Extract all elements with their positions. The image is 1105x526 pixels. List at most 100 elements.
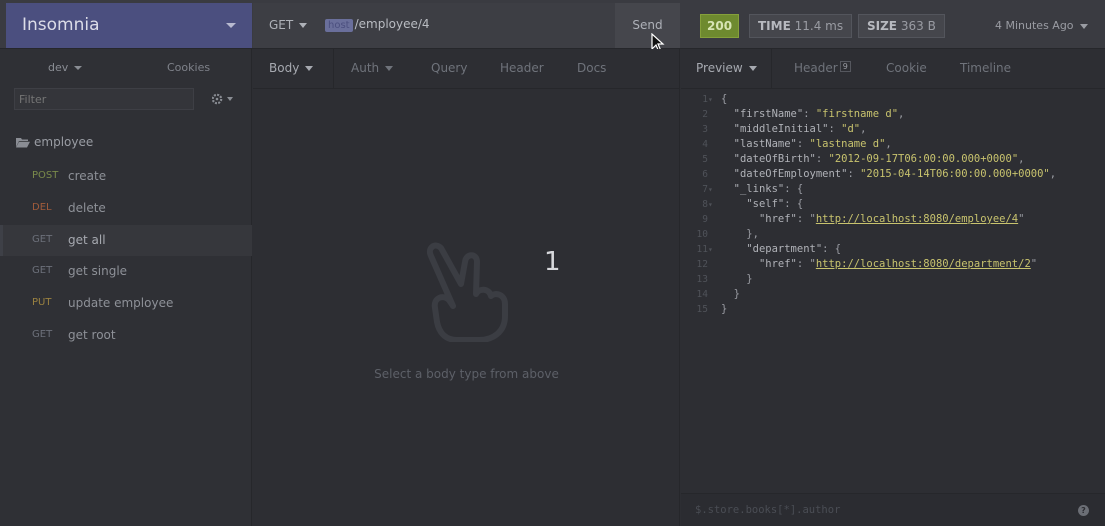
filter-input[interactable] (14, 88, 194, 110)
code-line: 14 } (681, 287, 1105, 302)
header-count-badge: 9 (839, 61, 851, 72)
tab-response-header[interactable]: Header 9 (794, 61, 851, 75)
sidebar-item-update-employee[interactable]: PUT update employee (0, 288, 252, 319)
time-badge: TIME 11.4 ms (749, 14, 853, 38)
tab-cookie[interactable]: Cookie (886, 61, 927, 75)
code-text: } (721, 302, 727, 317)
workspace-menu[interactable]: Insomnia (6, 3, 252, 48)
fold-toggle-icon[interactable]: ▾ (708, 92, 713, 107)
chevron-down-icon (385, 66, 394, 71)
code-token: "href" (758, 213, 797, 225)
line-number: 10 (696, 229, 708, 240)
line-number: 7 (702, 184, 708, 195)
top-bar: Insomnia GET host/employee/4 Send 200 TI… (0, 0, 1105, 49)
tab-body[interactable]: Body (269, 61, 314, 75)
sidebar-item-get-single[interactable]: GET get single (0, 256, 252, 287)
cookies-button[interactable]: Cookies (167, 61, 210, 74)
code-text: "_links": { (721, 182, 804, 197)
folder-employee[interactable]: employee (16, 135, 93, 149)
tab-preview-label: Preview (696, 61, 743, 75)
sidebar-item-get-all[interactable]: GET get all (0, 225, 252, 256)
method-dropdown[interactable]: GET (269, 18, 308, 32)
environment-dropdown[interactable]: dev (48, 61, 83, 74)
code-line: 5 "dateOfBirth": "2012-09-17T06:00:00.00… (681, 152, 1105, 167)
request-name: delete (68, 201, 106, 215)
code-line: 6 "dateOfEmployment": "2015-04-14T06:00:… (681, 167, 1105, 182)
tab-auth[interactable]: Auth (351, 61, 394, 75)
line-number: 12 (696, 259, 708, 270)
environment-label: dev (48, 61, 69, 74)
code-text: }, (721, 227, 759, 242)
fold-toggle-icon[interactable]: ▾ (708, 242, 713, 257)
tab-header-label: Header (794, 61, 838, 75)
link-text[interactable]: http://localhost:8080/department/2 (816, 258, 1031, 270)
chevron-down-icon (305, 66, 314, 71)
response-body-viewer[interactable]: 1 ▾{2 "firstName": "firstname d", 3 "middl… (681, 92, 1105, 317)
url-path: /employee/4 (354, 17, 430, 31)
chevron-down-icon (226, 23, 236, 28)
code-token: : (828, 123, 842, 135)
tab-query[interactable]: Query (431, 61, 467, 75)
help-icon[interactable]: ? (1078, 505, 1089, 516)
request-method: GET (32, 265, 53, 276)
line-number: 14 (696, 289, 708, 300)
response-meta: 200 TIME 11.4 ms SIZE 363 B 4 Minutes Ag… (681, 3, 1105, 48)
url-variable-chip[interactable]: host (325, 19, 353, 32)
code-token: : (796, 138, 810, 150)
code-line: 3 "middleInitial": "d", (681, 122, 1105, 137)
fold-toggle-icon[interactable]: ▾ (708, 197, 713, 212)
code-token: : (847, 168, 861, 180)
code-token: : (803, 108, 816, 120)
code-token: : { (822, 243, 842, 255)
tab-divider (333, 49, 334, 89)
tab-preview[interactable]: Preview (696, 61, 757, 75)
status-badge: 200 (700, 14, 740, 38)
send-button[interactable]: Send (615, 3, 680, 48)
size-label: SIZE (867, 19, 898, 33)
code-token: : (815, 153, 829, 165)
request-pane: Body Auth Query Header Docs 1 Select a b… (253, 49, 680, 526)
tab-docs[interactable]: Docs (577, 61, 606, 75)
line-number: 15 (696, 304, 708, 315)
code-token: } (721, 303, 728, 315)
code-line: 10 }, (681, 227, 1105, 242)
code-token: "d" (841, 123, 861, 135)
app-title: Insomnia (22, 15, 100, 35)
code-token: "2012-09-17T06:00:00.000+0000" (828, 153, 1019, 165)
code-line: 2 "firstName": "firstname d", (681, 107, 1105, 122)
fold-toggle-icon[interactable]: ▾ (708, 182, 713, 197)
code-token: : " (796, 258, 816, 270)
tab-timeline[interactable]: Timeline (960, 61, 1011, 75)
link-text[interactable]: http://localhost:8080/employee/4 (816, 213, 1018, 225)
history-dropdown[interactable]: 4 Minutes Ago (995, 19, 1088, 32)
line-number: 5 (702, 154, 708, 165)
sidebar-item-delete[interactable]: DEL delete (0, 193, 252, 224)
gear-icon[interactable] (212, 93, 236, 105)
code-token: , (1049, 168, 1057, 180)
folder-open-icon (16, 138, 30, 148)
sidebar: dev Cookies employee POST create DEL del… (0, 49, 252, 526)
sidebar-item-get-root[interactable]: GET get root (0, 320, 252, 351)
code-token: " (1018, 213, 1025, 225)
url-bar: GET host/employee/4 Send (253, 3, 680, 48)
line-number: 3 (702, 124, 708, 135)
query-filter-bar[interactable]: $.store.books[*].author ? (681, 493, 1105, 526)
code-token: "self" (746, 198, 785, 210)
tab-header[interactable]: Header (500, 61, 544, 75)
url-input[interactable]: host/employee/4 (325, 17, 430, 32)
folder-label: employee (34, 135, 94, 149)
code-text: "lastName": "lastname d", (721, 137, 892, 152)
request-name: get all (68, 233, 106, 247)
code-text: "firstName": "firstname d", (721, 107, 905, 122)
sidebar-item-create[interactable]: POST create (0, 161, 252, 192)
code-line: 9 "href": "http://localhost:8080/employe… (681, 212, 1105, 227)
query-filter-input[interactable]: $.store.books[*].author (695, 504, 840, 516)
code-token: "department" (746, 243, 823, 255)
